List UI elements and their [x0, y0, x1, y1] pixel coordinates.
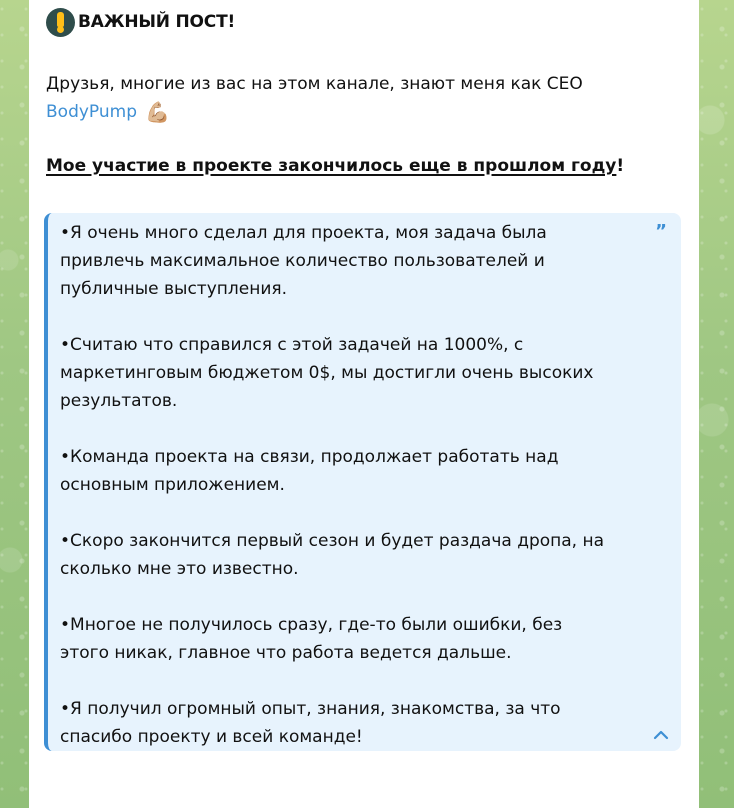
- quote-paragraph: •Я очень много сделал для проекта, моя з…: [60, 219, 650, 303]
- muscle-emoji: 💪🏼: [145, 100, 170, 124]
- quote-line: публичные выступления.: [60, 279, 288, 299]
- quote-line: •Я получил огромный опыт, знания, знаком…: [60, 699, 561, 719]
- alert-icon: [46, 8, 75, 37]
- quote-mark-icon: ”: [655, 221, 667, 242]
- post-header: ВАЖНЫЙ ПОСТ!: [46, 8, 235, 37]
- quote-line: привлечь максимальное количество пользов…: [60, 251, 545, 271]
- quote-paragraph: •Многое не получилось сразу, где-то были…: [60, 611, 650, 667]
- channel-post: ВАЖНЫЙ ПОСТ! Друзья, многие из вас на эт…: [29, 0, 699, 808]
- notice-text: Мое участие в проекте закончилось еще в …: [46, 156, 617, 176]
- quote-line: сколько мне это известно.: [60, 559, 299, 579]
- quote-line: •Команда проекта на связи, продолжает ра…: [60, 447, 559, 467]
- quote-line: •Скоро закончится первый сезон и будет р…: [60, 531, 605, 551]
- brand-line: BodyPump 💪🏼: [46, 98, 656, 126]
- brand-link[interactable]: BodyPump: [46, 98, 137, 126]
- quote-line: •Многое не получилось сразу, где-то были…: [60, 615, 563, 635]
- quote-paragraph: •Считаю что справился с этой задачей на …: [60, 331, 650, 415]
- notice-suffix: !: [616, 156, 625, 176]
- quote-line: этого никак, главное что работа ведется …: [60, 643, 512, 663]
- quote-body: •Я очень много сделал для проекта, моя з…: [60, 219, 650, 751]
- quote-paragraph: •Команда проекта на связи, продолжает ра…: [60, 443, 650, 499]
- quote-line: •Я очень много сделал для проекта, моя з…: [60, 223, 547, 243]
- quote-line: спасибо проекту и всей команде!: [60, 727, 363, 747]
- quote-line: основным приложением.: [60, 475, 285, 495]
- quote-block: ” •Я очень много сделал для проекта, моя…: [44, 213, 681, 751]
- quote-line: маркетинговым бюджетом 0$, мы достигли о…: [60, 363, 594, 383]
- quote-line: •Считаю что справился с этой задачей на …: [60, 335, 524, 355]
- quote-line: результатов.: [60, 391, 178, 411]
- post-title: ВАЖНЫЙ ПОСТ!: [78, 12, 236, 32]
- post-intro: Друзья, многие из вас на этом канале, зн…: [46, 70, 656, 126]
- important-notice: Мое участие в проекте закончилось еще в …: [46, 152, 624, 180]
- chevron-up-icon[interactable]: [651, 725, 671, 745]
- quote-paragraph: •Скоро закончится первый сезон и будет р…: [60, 527, 650, 583]
- quote-paragraph: •Я получил огромный опыт, знания, знаком…: [60, 695, 650, 751]
- intro-line: Друзья, многие из вас на этом канале, зн…: [46, 74, 583, 94]
